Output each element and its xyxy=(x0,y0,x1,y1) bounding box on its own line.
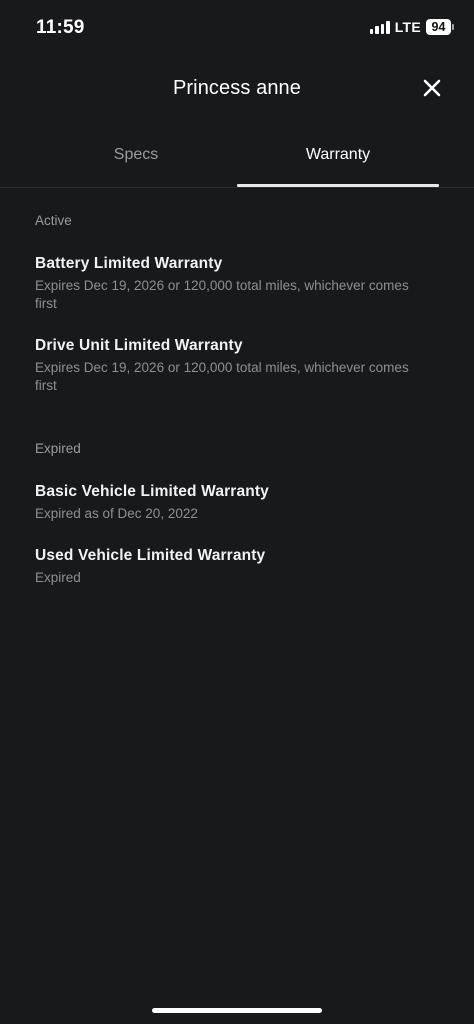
warranty-title: Used Vehicle Limited Warranty xyxy=(35,547,266,564)
close-button[interactable] xyxy=(422,78,442,98)
status-indicators: LTE 94 xyxy=(369,19,454,35)
warranty-title: Drive Unit Limited Warranty xyxy=(35,337,243,354)
warranty-subtitle: Expires Dec 19, 2026 or 120,000 total mi… xyxy=(35,278,409,311)
page-title: Princess anne xyxy=(172,77,302,99)
close-icon xyxy=(423,79,441,97)
warranty-subtitle: Expired as of Dec 20, 2022 xyxy=(35,506,198,521)
tab-warranty[interactable]: Warranty xyxy=(237,132,439,187)
warranty-item: Battery Limited Warranty Expires Dec 19,… xyxy=(35,255,439,313)
warranty-subtitle: Expires Dec 19, 2026 or 120,000 total mi… xyxy=(35,360,409,393)
header: Princess anne xyxy=(0,66,474,112)
battery-level: 94 xyxy=(426,19,451,35)
section-label-active: Active xyxy=(35,213,72,228)
cellular-signal-icon xyxy=(369,21,390,34)
status-time: 11:59 xyxy=(36,17,85,38)
warranty-item: Basic Vehicle Limited Warranty Expired a… xyxy=(35,483,439,523)
section-label-expired: Expired xyxy=(35,441,81,456)
warranty-item: Used Vehicle Limited Warranty Expired xyxy=(35,547,439,587)
tab-specs[interactable]: Specs xyxy=(35,132,237,187)
tabs-divider xyxy=(0,187,474,188)
warranty-item: Drive Unit Limited Warranty Expires Dec … xyxy=(35,337,439,395)
battery-icon: 94 xyxy=(426,19,454,35)
status-bar: 11:59 LTE 94 xyxy=(0,0,474,56)
warranty-title: Battery Limited Warranty xyxy=(35,255,223,272)
network-type: LTE xyxy=(394,19,421,35)
warranty-title: Basic Vehicle Limited Warranty xyxy=(35,483,269,500)
home-indicator[interactable] xyxy=(152,1008,322,1013)
tab-bar: Specs Warranty xyxy=(0,132,474,188)
warranty-subtitle: Expired xyxy=(35,570,81,585)
